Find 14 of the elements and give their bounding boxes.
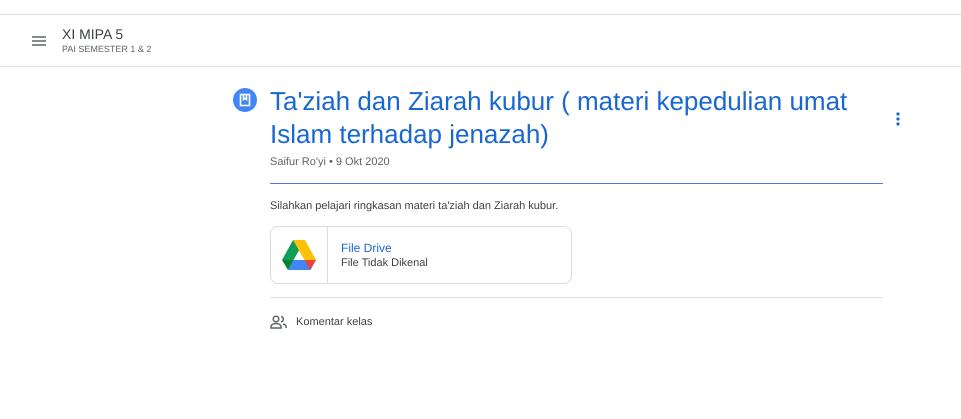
post-title: Ta'ziah dan Ziarah kubur ( materi kepedulian umat Islam terhadap jenazah) bbox=[270, 85, 848, 151]
post-meta: Saifur Ro'yi • 9 Okt 2020 bbox=[270, 155, 391, 170]
post-description: Silahkan pelajari ringkasan materi ta'ziah dan Ziarah kubur. bbox=[270, 198, 560, 214]
people-icon bbox=[270, 315, 287, 330]
attachment-title: File Drive bbox=[341, 240, 393, 256]
material-icon bbox=[233, 88, 257, 112]
attachment-card[interactable]: File Drive File Tidak Dikenal bbox=[270, 226, 572, 284]
menu-icon[interactable] bbox=[32, 36, 46, 46]
more-options-icon[interactable] bbox=[896, 112, 900, 126]
class-subtitle: PAI SEMESTER 1 & 2 bbox=[62, 43, 152, 55]
attachment-type: File Tidak Dikenal bbox=[341, 256, 428, 270]
triangle-logo-icon bbox=[282, 240, 316, 270]
class-name[interactable]: XI MIPA 5 bbox=[62, 26, 152, 43]
class-comments-link[interactable]: Komentar kelas bbox=[296, 314, 372, 330]
